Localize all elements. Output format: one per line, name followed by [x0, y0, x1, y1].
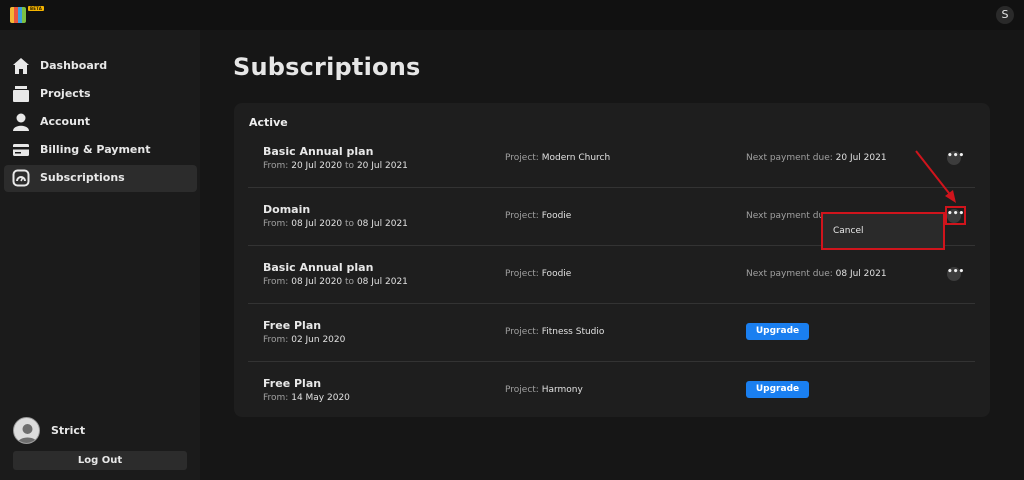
user-avatar-icon	[17, 424, 38, 443]
plan-name: Basic Annual plan	[263, 145, 374, 158]
page-title: Subscriptions	[233, 53, 421, 81]
projects-icon	[13, 86, 29, 102]
project-info: Project: Fitness Studio	[505, 327, 605, 337]
sidebar-item-label: Account	[40, 115, 91, 128]
plan-dates: From: 08 Jul 2020 to 08 Jul 2021	[263, 219, 408, 229]
plan-name: Free Plan	[263, 319, 322, 332]
upgrade-button[interactable]: Upgrade	[746, 381, 809, 398]
account-icon	[13, 113, 29, 131]
plan-dates: From: 02 Jun 2020	[263, 335, 346, 345]
sidebar-item-label: Subscriptions	[40, 171, 125, 184]
sidebar: Dashboard Projects Account Billing & Pay…	[0, 30, 200, 480]
subscription-row: Basic Annual plan From: 20 Jul 2020 to 2…	[248, 130, 975, 188]
app-logo[interactable]	[10, 7, 26, 23]
project-info: Project: Foodie	[505, 269, 572, 279]
user-menu-button[interactable]: S	[996, 6, 1014, 24]
plan-name: Domain	[263, 203, 311, 216]
annotation-arrow-icon	[915, 150, 956, 203]
plan-dates: From: 20 Jul 2020 to 20 Jul 2021	[263, 161, 408, 171]
next-payment-info: Next payment due: 08 Jul 2021	[746, 269, 887, 279]
sidebar-item-projects[interactable]: Projects	[4, 81, 197, 108]
subscription-row: Free Plan From: 02 Jun 2020 Project: Fit…	[248, 304, 975, 362]
plan-dates: From: 08 Jul 2020 to 08 Jul 2021	[263, 277, 408, 287]
sidebar-item-subscriptions[interactable]: Subscriptions	[4, 165, 197, 192]
upgrade-button[interactable]: Upgrade	[746, 323, 809, 340]
card-icon	[13, 144, 29, 156]
sidebar-item-label: Projects	[40, 87, 91, 100]
sidebar-item-billing[interactable]: Billing & Payment	[4, 137, 197, 164]
next-payment-info: Next payment due: 20 Jul 2021	[746, 153, 887, 163]
cancel-menu-item[interactable]: Cancel	[833, 226, 864, 236]
subscription-row: Free Plan From: 14 May 2020 Project: Har…	[248, 362, 975, 420]
next-payment-info: Next payment du	[746, 211, 825, 221]
section-title: Active	[249, 116, 288, 129]
avatar[interactable]	[13, 417, 40, 444]
top-bar: BETA S	[0, 0, 1024, 30]
profile-name: Strict	[51, 424, 86, 437]
beta-badge: BETA	[28, 6, 45, 11]
plan-name: Basic Annual plan	[263, 261, 374, 274]
subscriptions-card: Active Basic Annual plan From: 20 Jul 20…	[234, 103, 990, 417]
sidebar-item-label: Billing & Payment	[40, 143, 151, 156]
plan-name: Free Plan	[263, 377, 322, 390]
sidebar-item-account[interactable]: Account	[4, 109, 197, 136]
sidebar-item-label: Dashboard	[40, 59, 108, 72]
more-options-menu: Cancel	[821, 212, 945, 250]
sidebar-item-dashboard[interactable]: Dashboard	[4, 53, 197, 80]
subscription-row: Basic Annual plan From: 08 Jul 2020 to 0…	[248, 246, 975, 304]
subscriptions-icon	[12, 169, 30, 187]
home-icon	[13, 58, 29, 74]
logout-button[interactable]: Log Out	[13, 451, 187, 470]
project-info: Project: Harmony	[505, 385, 583, 395]
project-info: Project: Modern Church	[505, 153, 611, 163]
plan-dates: From: 14 May 2020	[263, 393, 350, 403]
project-info: Project: Foodie	[505, 211, 572, 221]
more-options-button[interactable]: •••	[947, 267, 964, 281]
